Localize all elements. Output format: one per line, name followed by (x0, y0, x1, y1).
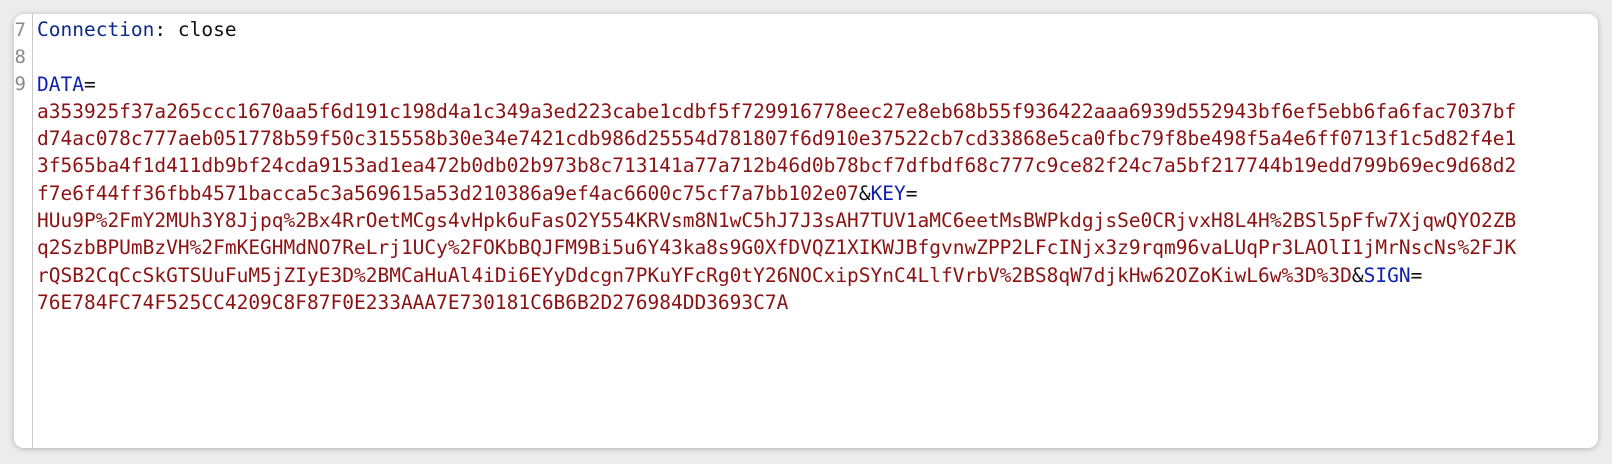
equals-sign: = (1410, 263, 1423, 287)
ampersand: & (1351, 263, 1364, 287)
param-name-sign: SIGN (1363, 263, 1411, 287)
param-name-data: DATA (37, 72, 84, 96)
header-value: close (177, 18, 237, 41)
request-text-editor[interactable]: Connection: close DATA= a353925f37a265cc… (37, 16, 1537, 316)
raw-request-panel: 7 8 9 Connection: close DATA= a353925f37… (14, 14, 1598, 448)
request-body: a353925f37a265ccc1670aa5f6d191c198d4a1c3… (37, 98, 1517, 316)
line-number-gutter: 7 8 9 (14, 14, 33, 448)
param-value-data: a353925f37a265ccc1670aa5f6d191c198d4a1c3… (37, 99, 1517, 205)
header-line-connection: Connection: close (37, 16, 1537, 43)
line-number: 7 (14, 19, 26, 41)
line-number: 8 (14, 46, 26, 68)
line-number: 9 (14, 73, 26, 95)
param-name-key: KEY (870, 181, 906, 205)
param-value-key: HUu9P%2FmY2MUh3Y8Jjpq%2Bx4RrOetMCgs4vHpk… (37, 209, 1517, 287)
param-line-data: DATA= (37, 71, 1537, 98)
equals-sign: = (83, 72, 96, 96)
param-value-sign: 76E784FC74F525CC4209C8F87F0E233AAA7E7301… (37, 290, 789, 314)
header-separator: : (154, 18, 178, 41)
equals-sign: = (905, 181, 918, 205)
ampersand: & (858, 181, 871, 205)
header-name: Connection (37, 18, 155, 41)
